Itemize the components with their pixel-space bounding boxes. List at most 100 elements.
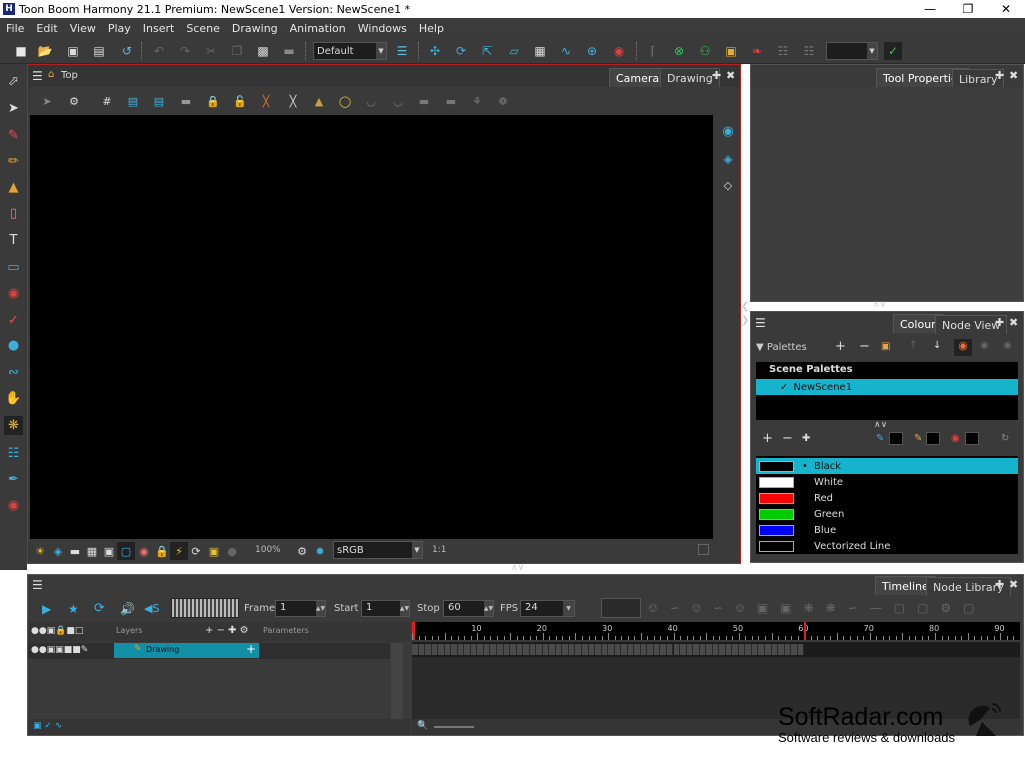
deformation2-icon[interactable]: ❁ — [494, 92, 512, 110]
transform-icon[interactable]: ✣ — [426, 42, 444, 60]
text-tool-icon[interactable]: T — [4, 231, 23, 250]
brush-size-select[interactable]: ▼ — [826, 42, 878, 60]
frame-field[interactable]: 1 ▲▼ — [275, 600, 326, 617]
pixel-ratio[interactable]: 1:1 — [432, 545, 446, 555]
resize-grip-icon[interactable] — [698, 544, 709, 555]
stroke-tool-icon[interactable]: ∾ — [4, 363, 23, 382]
layer-toggles-icon[interactable]: ●●▣🔒■□ — [31, 626, 83, 636]
pencil-colour-icon[interactable]: ✎ — [876, 433, 884, 444]
maximize-button[interactable]: ❐ — [949, 2, 987, 16]
remove-colour-icon[interactable]: − — [782, 431, 793, 446]
shade4-icon[interactable]: ▬ — [442, 92, 460, 110]
timeline-tools-icon[interactable]: ⎊∽⎊∽⎊▣▣❋❋∽—▢▢⚙▢ — [648, 601, 987, 616]
frame-cell[interactable] — [745, 644, 752, 655]
pan-tool-icon[interactable]: ✋ — [4, 389, 23, 408]
side-splitter-icon[interactable]: ❮ ❯ — [741, 300, 749, 328]
sound-icon[interactable]: 🔊 — [120, 602, 135, 616]
paste-icon[interactable]: ▩ — [254, 42, 272, 60]
stamp-tool-icon[interactable]: ▲ — [4, 178, 23, 197]
peg-icon[interactable]: ▣ — [722, 42, 740, 60]
add-tab-icon[interactable]: ✚ — [995, 578, 1004, 591]
add-layer-icon[interactable]: + — [246, 642, 256, 656]
render-icon[interactable]: ◈ — [49, 542, 67, 560]
menu-play[interactable]: Play — [102, 22, 137, 35]
panel-menu-icon[interactable]: ☰ — [755, 316, 766, 330]
eraser-tool-icon[interactable]: ▯ — [4, 204, 23, 223]
colour-row[interactable]: Red — [756, 490, 1018, 506]
pencil-colour-swatch[interactable] — [889, 432, 903, 445]
breadcrumb[interactable]: Top — [61, 70, 78, 81]
paint-tool-icon[interactable]: ◉ — [4, 284, 23, 303]
node-add-icon[interactable]: ⊗ — [670, 42, 688, 60]
menu-insert[interactable]: Insert — [137, 22, 181, 35]
palette-clone-icon[interactable]: ◉ — [1003, 340, 1012, 351]
palettes-toggle[interactable]: ▼ Palettes — [756, 342, 807, 353]
add-tab-icon[interactable]: ✚ — [995, 316, 1004, 329]
move-down-icon[interactable]: ↓ — [933, 340, 941, 351]
light-table-icon[interactable]: ▲ — [310, 92, 328, 110]
frames-track[interactable] — [412, 642, 1020, 657]
palette-browser-icon[interactable]: ◉ — [954, 339, 972, 356]
undo-icon[interactable]: ↶ — [150, 42, 168, 60]
colour-row[interactable]: Green — [756, 506, 1018, 522]
redo-icon[interactable]: ↷ — [176, 42, 194, 60]
frame-cell[interactable] — [758, 644, 766, 655]
save-icon[interactable]: ▣ — [64, 42, 82, 60]
frame-cell[interactable] — [425, 644, 432, 655]
close-panel-icon[interactable]: ✖ — [1009, 69, 1018, 82]
close-panel-icon[interactable]: ✖ — [1009, 578, 1018, 591]
node-connect-icon[interactable]: ⚇ — [696, 42, 714, 60]
frame-cell[interactable] — [647, 644, 654, 655]
menu-file[interactable]: File — [0, 22, 30, 35]
gear-view-icon[interactable]: ⚙ — [293, 542, 311, 560]
menu-drawing[interactable]: Drawing — [226, 22, 284, 35]
colour-row[interactable]: • Black — [756, 458, 1018, 474]
loop-icon[interactable]: ⟳ — [94, 601, 105, 616]
workspace-select[interactable]: Default ▼ — [313, 42, 387, 60]
deformation-icon[interactable]: ⚘ — [468, 92, 486, 110]
rigging-tool-icon[interactable]: ❋ — [4, 416, 23, 435]
brush-colour-swatch[interactable] — [926, 432, 940, 445]
sun-icon[interactable]: ✹ — [311, 542, 329, 560]
brush-tool-icon[interactable]: ✎ — [4, 126, 23, 145]
tab-drawing[interactable]: Drawing — [660, 68, 720, 87]
link-icon[interactable]: ❧ — [748, 42, 766, 60]
cut-icon[interactable]: ✂ — [202, 42, 220, 60]
frame-cell[interactable] — [555, 644, 563, 655]
layer-outline-icon[interactable]: ◇ — [718, 179, 738, 197]
menu-edit[interactable]: Edit — [30, 22, 63, 35]
frame-cell[interactable] — [457, 644, 465, 655]
grid-select-tool-icon[interactable]: ☷ — [4, 444, 23, 463]
close-panel-icon[interactable]: ✖ — [1009, 316, 1018, 329]
layer-add-remove-icon[interactable]: + − ✚ ⚙ — [205, 625, 249, 636]
morph-icon[interactable]: ◉ — [610, 42, 628, 60]
ruler-icon[interactable]: ╳ — [284, 92, 302, 110]
colour-row[interactable]: Vectorized Line — [756, 538, 1018, 554]
pen-tool-icon[interactable]: ✒ — [4, 470, 23, 489]
mask-icon[interactable]: ● — [223, 542, 241, 560]
layer-row[interactable]: ●●▣▣■■✎ ✎ Drawing + — [28, 642, 390, 659]
frame-cell[interactable] — [725, 644, 733, 655]
splitter-arrows-icon[interactable]: ∧∨ — [874, 420, 887, 430]
delete-icon[interactable]: ▬ — [280, 42, 298, 60]
minimize-button[interactable]: — — [911, 2, 949, 16]
frame-cell[interactable] — [712, 644, 720, 655]
stop-field[interactable]: 60 ▲▼ — [443, 600, 494, 617]
shade2-icon[interactable]: ◡ — [389, 92, 407, 110]
frame-cell[interactable] — [791, 644, 798, 655]
select-tool-icon[interactable]: ⬀ — [4, 72, 23, 91]
frame-cell[interactable] — [634, 644, 641, 655]
palette-lock-icon[interactable]: ◉ — [980, 340, 989, 351]
palette-folder-icon[interactable]: ▣ — [881, 341, 890, 352]
pin-icon[interactable]: ➤ — [38, 92, 56, 110]
keyframe-mode-select[interactable] — [601, 598, 641, 618]
menu-help[interactable]: Help — [413, 22, 450, 35]
edit-gradient-icon[interactable]: ✚ — [802, 433, 810, 444]
fps-select[interactable]: 24 ▼ — [520, 600, 575, 617]
playback-speed-slider[interactable] — [171, 598, 239, 618]
enable-icon[interactable]: ✓ — [884, 42, 902, 60]
add-tab-icon[interactable]: ✚ — [995, 69, 1004, 82]
play-selection-icon[interactable]: ★ — [68, 602, 79, 616]
camera-canvas[interactable] — [30, 115, 713, 539]
sound-scrub-icon[interactable]: ◀S — [144, 602, 159, 615]
